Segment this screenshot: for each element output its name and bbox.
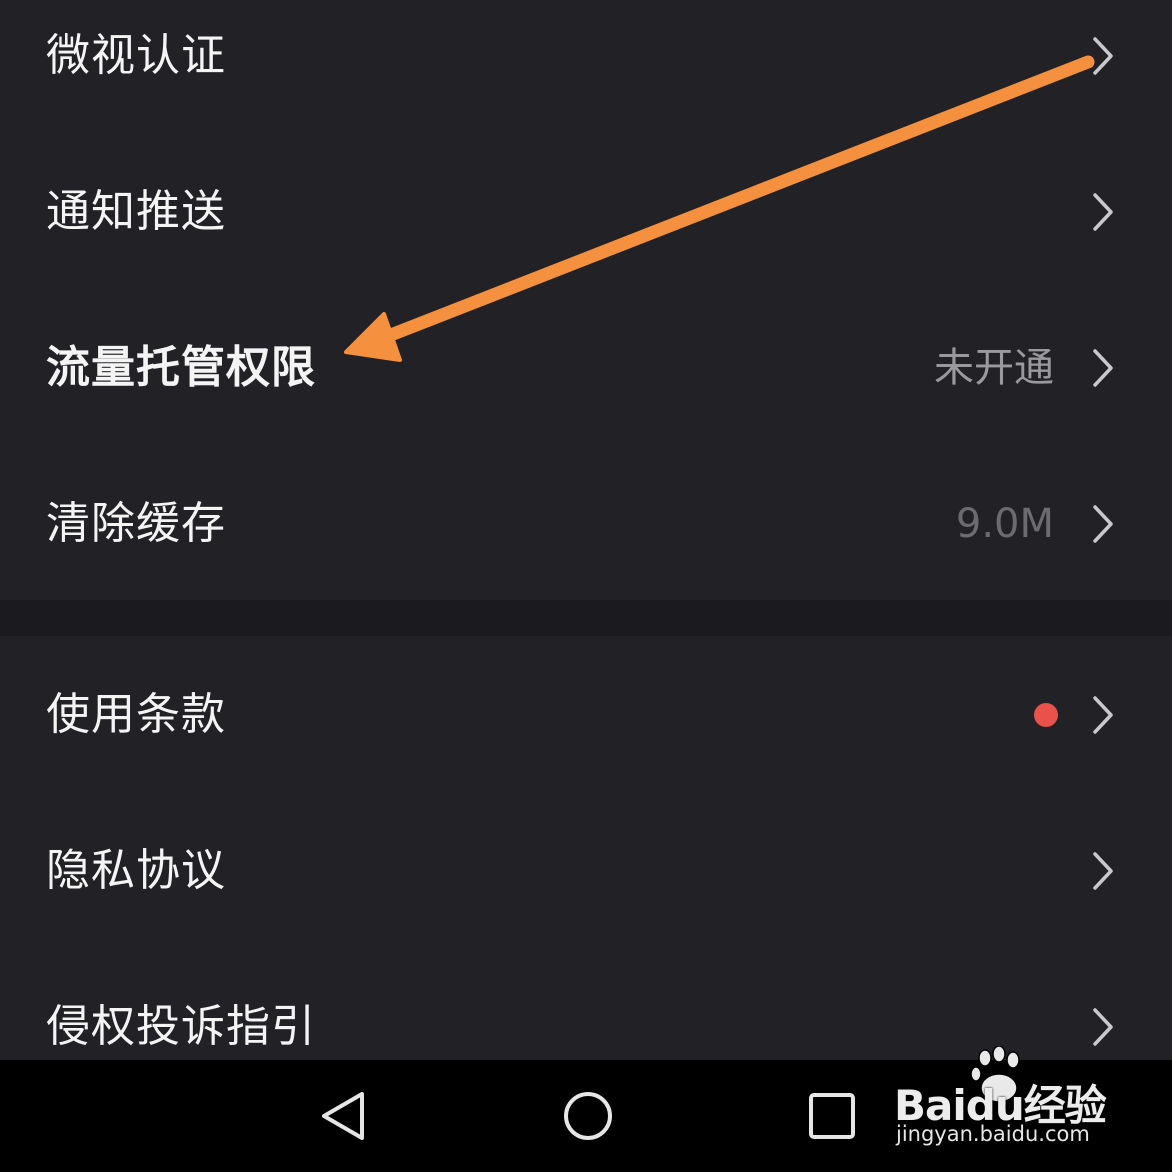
cache-size-value: 9.0M <box>955 501 1054 547</box>
back-icon[interactable] <box>314 1088 374 1144</box>
chevron-right-icon <box>1093 1008 1113 1046</box>
setting-row-clear-cache[interactable]: 清除缓存 9.0M <box>0 446 1172 602</box>
setting-label: 侵权投诉指引 <box>46 1001 316 1052</box>
settings-screen: 微视认证 通知推送 流量托管权限 未开通 清除缓存 9.0M 使用条款 隐私协议 <box>0 0 1172 1060</box>
chevron-right-icon <box>1093 349 1113 387</box>
baidu-jingyan-watermark: Baidu经验 jingyan.baidu.com <box>894 1046 1110 1156</box>
setting-label: 使用条款 <box>46 689 226 740</box>
setting-label: 隐私协议 <box>46 845 226 896</box>
setting-row-privacy[interactable]: 隐私协议 <box>0 793 1172 949</box>
chevron-right-icon <box>1093 852 1113 890</box>
setting-row-notifications[interactable]: 通知推送 <box>0 134 1172 290</box>
group-divider <box>0 600 1172 636</box>
chevron-right-icon <box>1093 696 1113 734</box>
setting-label: 清除缓存 <box>46 498 226 549</box>
home-icon[interactable] <box>558 1088 618 1144</box>
recents-icon[interactable] <box>802 1088 862 1144</box>
setting-row-weishi-verify[interactable]: 微视认证 <box>0 0 1172 134</box>
setting-row-infringement[interactable]: 侵权投诉指引 <box>0 949 1172 1060</box>
setting-value: 未开通 <box>934 345 1054 391</box>
watermark-url: jingyan.baidu.com <box>896 1122 1090 1146</box>
setting-label: 流量托管权限 <box>46 342 316 393</box>
setting-row-data-permission[interactable]: 流量托管权限 未开通 <box>0 290 1172 446</box>
setting-label: 通知推送 <box>46 186 226 237</box>
chevron-right-icon <box>1093 193 1113 231</box>
chevron-right-icon <box>1093 37 1113 75</box>
setting-label: 微视认证 <box>46 30 226 81</box>
chevron-right-icon <box>1093 505 1113 543</box>
setting-row-terms[interactable]: 使用条款 <box>0 637 1172 793</box>
red-dot-badge <box>1034 703 1058 727</box>
